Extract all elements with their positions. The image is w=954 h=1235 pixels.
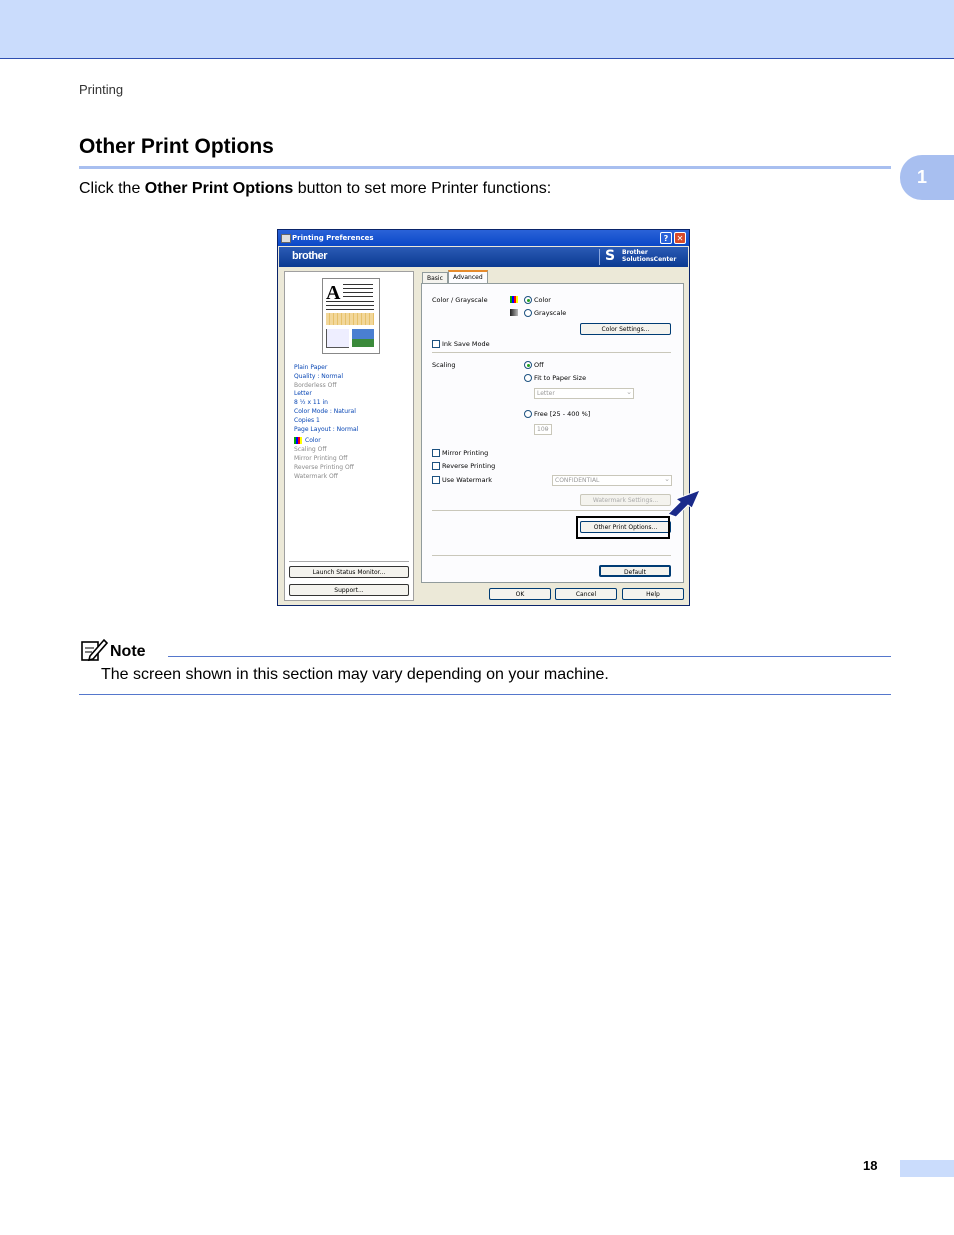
page-number: 18 xyxy=(863,1158,878,1173)
summary-size: Letter xyxy=(294,390,312,398)
ink-save-label: Ink Save Mode xyxy=(442,340,490,348)
use-watermark-label: Use Watermark xyxy=(442,476,493,484)
color-grayscale-label: Color / Grayscale xyxy=(432,296,488,304)
help-button[interactable]: Help xyxy=(622,588,684,600)
dialog-titlebar: Printing Preferences ? ✕ xyxy=(278,230,689,246)
page-preview: A xyxy=(322,278,380,354)
preview-line xyxy=(343,284,373,285)
help-icon[interactable]: ? xyxy=(660,232,672,244)
page-number-tab xyxy=(900,1160,954,1177)
tab-basic[interactable]: Basic xyxy=(422,272,448,283)
summary-watermark: Watermark Off xyxy=(294,472,338,480)
divider xyxy=(432,510,671,511)
preview-line xyxy=(343,292,373,293)
summary-quality: Quality : Normal xyxy=(294,372,343,380)
tab-advanced[interactable]: Advanced xyxy=(448,270,488,283)
reverse-printing-checkbox[interactable] xyxy=(432,462,440,470)
summary-color: Color xyxy=(294,437,358,446)
preview-photo xyxy=(352,329,374,347)
solutions-center-icon: S xyxy=(605,248,616,264)
note-pencil-icon xyxy=(81,638,108,662)
note-top-rule xyxy=(168,656,891,657)
free-scaling-radio[interactable] xyxy=(524,410,532,418)
grayscale-radio[interactable] xyxy=(524,309,532,317)
mirror-printing-checkbox[interactable] xyxy=(432,449,440,457)
solutions-line-2: SolutionsCenter xyxy=(622,256,677,263)
chapter-number: 1 xyxy=(917,167,928,187)
dialog-title: Printing Preferences xyxy=(292,234,374,242)
left-pane-separator xyxy=(289,561,409,562)
intro-bold-text: Other Print Options xyxy=(144,180,294,197)
color-icon xyxy=(294,437,302,445)
scaling-label: Scaling xyxy=(432,361,456,369)
note-text: The screen shown in this section may var… xyxy=(101,666,609,683)
summary-dimensions: 8 ½ x 11 in xyxy=(294,399,328,407)
divider xyxy=(432,555,671,556)
preview-table xyxy=(326,313,374,325)
preview-line xyxy=(326,309,374,310)
settings-summary-pane: A Plain Paper Quality : Normal Borderles… xyxy=(284,271,414,601)
callout-arrow-icon xyxy=(667,489,701,518)
intro-paragraph: Click the Other Print Options button to … xyxy=(79,180,551,198)
solutions-line-1: Brother xyxy=(622,249,648,256)
printer-icon xyxy=(281,234,291,243)
chapter-tab: 1 xyxy=(900,155,954,200)
watermark-settings-button[interactable]: Watermark Settings... xyxy=(580,494,671,506)
close-icon[interactable]: ✕ xyxy=(674,232,686,244)
summary-reverse: Reverse Printing Off xyxy=(294,463,354,471)
ok-button[interactable]: OK xyxy=(489,588,551,600)
summary-color-mode: Color Mode : Natural xyxy=(294,407,356,415)
preview-chart xyxy=(326,329,349,348)
color-option-label: Color xyxy=(534,296,551,304)
printing-preferences-dialog: Printing Preferences ? ✕ brother S Broth… xyxy=(277,229,690,606)
summary-copies: Copies 1 xyxy=(294,416,320,424)
preview-line xyxy=(343,288,373,289)
support-button[interactable]: Support... xyxy=(289,584,409,596)
heading-rule xyxy=(79,166,891,169)
summary-mirror: Mirror Printing Off xyxy=(294,454,348,462)
preview-line xyxy=(343,296,373,297)
watermark-select[interactable]: CONFIDENTIAL xyxy=(552,474,672,486)
brother-logo: brother xyxy=(292,250,328,262)
scaling-off-radio[interactable] xyxy=(524,361,532,369)
color-settings-button[interactable]: Color Settings... xyxy=(580,323,671,335)
solutions-center-button[interactable]: S Brother SolutionsCenter xyxy=(599,249,685,265)
section-heading: Other Print Options xyxy=(79,135,274,158)
divider xyxy=(432,352,671,353)
summary-list: Plain Paper Quality : Normal Borderless … xyxy=(294,364,358,481)
mirror-printing-label: Mirror Printing xyxy=(442,449,489,457)
use-watermark-checkbox[interactable] xyxy=(432,476,440,484)
reverse-printing-label: Reverse Printing xyxy=(442,462,496,470)
free-scaling-value[interactable]: 100 xyxy=(534,423,552,435)
color-radio[interactable] xyxy=(524,296,532,304)
scaling-off-label: Off xyxy=(534,361,544,369)
free-scaling-label: Free [25 - 400 %] xyxy=(534,410,591,418)
paper-size-select[interactable]: Letter xyxy=(534,387,634,399)
summary-scaling: Scaling Off xyxy=(294,446,327,454)
color-icon xyxy=(510,296,518,303)
top-header-band xyxy=(0,0,954,59)
intro-text-before: Click the xyxy=(79,180,145,197)
preview-line xyxy=(326,305,374,306)
summary-color-label: Color xyxy=(305,437,321,445)
summary-borderless: Borderless Off xyxy=(294,381,337,389)
running-header: Printing xyxy=(79,82,124,97)
brand-bar: brother S Brother SolutionsCenter xyxy=(279,247,688,267)
note-bottom-rule xyxy=(79,694,891,695)
intro-text-after: button to set more Printer functions: xyxy=(293,180,552,197)
cancel-button[interactable]: Cancel xyxy=(555,588,617,600)
fit-to-paper-label: Fit to Paper Size xyxy=(534,374,587,382)
preview-line xyxy=(326,301,374,302)
fit-to-paper-radio[interactable] xyxy=(524,374,532,382)
grayscale-icon xyxy=(510,309,518,316)
summary-paper: Plain Paper xyxy=(294,364,328,371)
callout-highlight-box xyxy=(576,516,670,539)
launch-status-monitor-button[interactable]: Launch Status Monitor... xyxy=(289,566,409,578)
note-title: Note xyxy=(110,643,146,660)
summary-layout: Page Layout : Normal xyxy=(294,425,359,433)
ink-save-checkbox[interactable] xyxy=(432,340,440,348)
default-button[interactable]: Default xyxy=(599,565,671,577)
grayscale-option-label: Grayscale xyxy=(534,309,567,317)
